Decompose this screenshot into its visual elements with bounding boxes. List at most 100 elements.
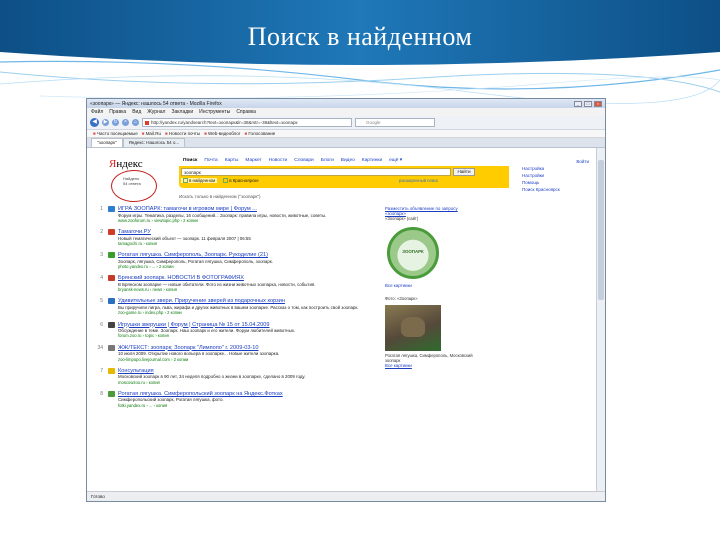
sidebar: Разместить объявление по запросу «зоопар… bbox=[385, 206, 475, 369]
bookmark-item[interactable]: Часто посещаемые bbox=[93, 131, 138, 136]
result-url[interactable]: tamagochi.ru › копия bbox=[118, 241, 385, 246]
nav-video[interactable]: Видео bbox=[341, 158, 355, 163]
right-link[interactable]: Настройка bbox=[522, 165, 592, 172]
checkbox-icon[interactable] bbox=[223, 178, 229, 184]
nav-more[interactable]: ещё ▾ bbox=[389, 158, 402, 163]
favicon-icon bbox=[108, 229, 115, 236]
favicon-icon bbox=[108, 252, 115, 259]
status-bar: Готово bbox=[87, 491, 605, 501]
result-url[interactable]: forum.zoo.ru › topic › копия bbox=[118, 333, 385, 338]
all-images-link[interactable]: Все картинки bbox=[385, 283, 475, 288]
tab-active[interactable]: "зоопарк" bbox=[91, 138, 123, 147]
advanced-search-link[interactable]: расширенный поиск bbox=[399, 178, 438, 183]
photo-subcaption: Рогатая лягушка, Симферополь, Московский… bbox=[385, 353, 473, 364]
menu-help[interactable]: Справка bbox=[236, 109, 256, 115]
tab-inactive[interactable]: Яндекс: Нашлось 54 о... bbox=[122, 138, 186, 147]
scroll-thumb[interactable] bbox=[598, 160, 604, 300]
title-bar: «зоопарк» — Яндекс: нашлось 54 ответа - … bbox=[87, 99, 605, 108]
address-bar[interactable]: http://yandex.ru/yandsearch?text=зоопарк… bbox=[142, 118, 352, 127]
zoo-logo-image[interactable]: ЗООПАРК bbox=[387, 227, 439, 280]
nav-maps[interactable]: Карты bbox=[225, 158, 239, 163]
menu-edit[interactable]: Правка bbox=[109, 109, 126, 115]
yandex-services-nav: Поиск Почта Карты Маркет Новости Словари… bbox=[183, 158, 402, 163]
maximize-button[interactable]: □ bbox=[584, 100, 592, 107]
favicon-icon bbox=[108, 298, 115, 305]
favicon-icon bbox=[108, 275, 115, 282]
bookmark-item[interactable]: Новости почты bbox=[165, 131, 200, 136]
stop-icon[interactable]: × bbox=[122, 119, 129, 126]
found-in-results-note: Искать только в найденном ("зоопарк") bbox=[179, 194, 261, 199]
result-url[interactable]: bryansk-news.ru › news › копия bbox=[118, 287, 385, 292]
search-filters: в найденном в Красноярске bbox=[181, 178, 259, 184]
right-link[interactable]: Помощь bbox=[522, 179, 592, 186]
highlight-circle bbox=[111, 170, 157, 202]
forward-icon[interactable]: ▶ bbox=[102, 119, 109, 126]
animal-photo[interactable] bbox=[385, 305, 441, 352]
right-link[interactable]: Настройки bbox=[522, 172, 592, 179]
favicon-icon bbox=[108, 206, 115, 212]
nav-search[interactable]: Поиск bbox=[183, 158, 197, 163]
nav-mail[interactable]: Почта bbox=[204, 158, 217, 163]
bookmark-item[interactable]: Голосование bbox=[244, 131, 275, 136]
photo-caption: Фото: «Зоопарк» bbox=[385, 296, 418, 302]
slide-title: Поиск в найденном bbox=[247, 22, 473, 51]
result-item: 5 Удивительные звери. Приручение зверей … bbox=[97, 298, 385, 315]
bookmark-item[interactable]: Web-видеоблог bbox=[204, 131, 240, 136]
nav-market[interactable]: Маркет bbox=[245, 158, 261, 163]
bookmarks-bar: Часто посещаемые Mail.Ru Новости почты W… bbox=[87, 130, 605, 138]
result-url[interactable]: zoo-limpopo.livejournal.com › 2 копии bbox=[118, 357, 385, 362]
found-summary: Найдено 54 ответа bbox=[123, 176, 141, 186]
menu-bar: Файл Правка Вид Журнал Закладки Инструме… bbox=[87, 108, 605, 116]
nav-dictionaries[interactable]: Словари bbox=[294, 158, 314, 163]
result-item: 7 Консультация Московский зоопарк в 90 л… bbox=[97, 367, 385, 385]
nav-blogs[interactable]: Блоги bbox=[321, 158, 334, 163]
favicon-icon bbox=[108, 344, 115, 351]
back-icon[interactable]: ◀ bbox=[90, 118, 99, 127]
tab-bar: "зоопарк" Яндекс: Нашлось 54 о... bbox=[87, 138, 605, 148]
bookmark-item[interactable]: Mail.Ru bbox=[142, 131, 161, 136]
result-url[interactable]: www.zooforum.ru › viewtopic.php › 2 копи… bbox=[118, 218, 385, 223]
ad-link[interactable]: Разместить объявление по запросу «зоопар… bbox=[385, 206, 475, 216]
result-item: 8 Рогатая лягушка. Симферопольский зоопа… bbox=[97, 390, 385, 408]
menu-history[interactable]: Журнал bbox=[147, 109, 165, 115]
all-images-link[interactable]: Все картинки bbox=[385, 363, 475, 368]
result-item: 34 ЖЖ/ТЕКСТ: зоопарк; Зоопарк "Лимпопо" … bbox=[97, 344, 385, 362]
minimize-button[interactable]: _ bbox=[574, 100, 582, 107]
result-url[interactable]: photo.yandex.ru › ... › 2 копии bbox=[118, 264, 385, 269]
zoo-caption: «Зоопарк» (сайт) bbox=[385, 216, 419, 222]
menu-file[interactable]: Файл bbox=[91, 109, 103, 115]
result-url[interactable]: moscowzoo.ru › копия bbox=[118, 380, 385, 385]
result-item: 2 Тамагочи.РУ Новый тематический объект … bbox=[97, 229, 385, 246]
favicon-icon bbox=[108, 390, 115, 397]
favicon-icon bbox=[108, 367, 115, 374]
menu-bookmarks[interactable]: Закладки bbox=[171, 109, 193, 115]
browser-window: «зоопарк» — Яндекс: нашлось 54 ответа - … bbox=[86, 98, 606, 502]
menu-tools[interactable]: Инструменты bbox=[199, 109, 230, 115]
yandex-logo[interactable]: Яндекс Найдено 54 ответа bbox=[91, 156, 157, 202]
search-input[interactable]: зоопарк bbox=[181, 168, 451, 176]
window-title: «зоопарк» — Яндекс: нашлось 54 ответа - … bbox=[90, 100, 222, 107]
menu-view[interactable]: Вид bbox=[132, 109, 141, 115]
filter-region[interactable]: в Красноярске bbox=[223, 178, 259, 184]
result-url[interactable]: fotki.yandex.ru › ... › копия bbox=[118, 403, 385, 408]
result-item: 6 Игрушки зверушки | Форум | Страница № … bbox=[97, 321, 385, 339]
close-button[interactable]: × bbox=[594, 100, 602, 107]
vertical-scrollbar[interactable] bbox=[596, 148, 605, 492]
results-list: 1 ИГРА ЗООПАРК: тамагочи в игровом мире … bbox=[97, 206, 385, 414]
result-item: 4 Брянский зоопарк. НОВОСТИ В ФОТОГРАФИЯ… bbox=[97, 275, 385, 292]
right-link[interactable]: Поиск Красноярск bbox=[522, 186, 592, 193]
reload-icon[interactable]: ↻ bbox=[112, 119, 119, 126]
filter-in-found[interactable]: в найденном bbox=[181, 178, 218, 184]
result-item: 1 ИГРА ЗООПАРК: тамагочи в игровом мире … bbox=[97, 206, 385, 223]
nav-news[interactable]: Новости bbox=[269, 158, 288, 163]
home-icon[interactable]: ⌂ bbox=[132, 119, 139, 126]
browser-search-input[interactable]: Google bbox=[355, 118, 435, 127]
result-item: 3 Рогатая лягушка. Симферополь, Зоопарк.… bbox=[97, 252, 385, 269]
result-url[interactable]: zoo-game.ru › index.php › 2 копии bbox=[118, 310, 385, 315]
find-button[interactable]: Найти bbox=[453, 168, 475, 176]
nav-images[interactable]: Картинки bbox=[362, 158, 382, 163]
right-column: Войти Настройка Настройки Помощь Поиск К… bbox=[522, 158, 592, 193]
navigation-bar: ◀ ▶ ↻ × ⌂ http://yandex.ru/yandsearch?te… bbox=[87, 116, 605, 130]
checkbox-icon[interactable] bbox=[183, 178, 188, 184]
login-link[interactable]: Войти bbox=[522, 158, 592, 165]
